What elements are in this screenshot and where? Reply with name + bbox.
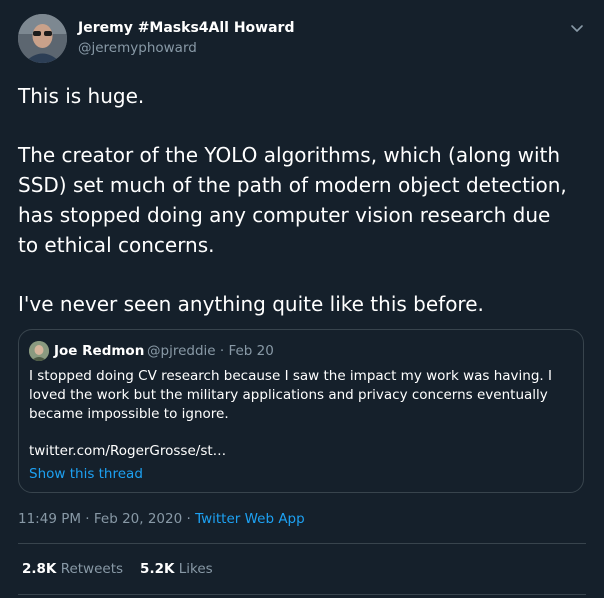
tweet-stats: 2.8K Retweets 5.2K Likes [22,561,230,577]
author-name[interactable]: Jeremy #Masks4All Howard [78,20,294,36]
tweet-text-line: has stopped doing any computer vision re… [18,203,551,227]
quoted-author-meta: @pjreddie · Feb 20 [147,343,274,359]
show-thread-link[interactable]: Show this thread [29,466,143,482]
tweet-text-line: I've never seen anything quite like this… [18,292,484,316]
quoted-tweet[interactable]: Joe Redmon @pjreddie · Feb 20 I stopped … [18,329,584,493]
tweet-source-link[interactable]: Twitter Web App [195,511,305,527]
retweets-stat[interactable]: 2.8K Retweets [22,561,123,577]
retweets-count: 2.8K [22,561,57,577]
quoted-author-name[interactable]: Joe Redmon [54,343,144,359]
divider [18,594,586,595]
avatar[interactable] [18,14,67,63]
quoted-author-handle[interactable]: @pjreddie [147,343,216,359]
likes-count: 5.2K [140,561,175,577]
tweet-time[interactable]: 11:49 PM [18,511,81,527]
likes-label: Likes [178,561,213,577]
quoted-avatar[interactable] [29,341,49,361]
quoted-text-line: loved the work but the military applicat… [29,387,548,403]
tweet-text-line: to ethical concerns. [18,233,215,257]
quoted-text-line: I stopped doing CV research because I sa… [29,368,552,384]
tweet-text-line: The creator of the YOLO algorithms, whic… [18,143,561,167]
retweets-label: Retweets [60,561,124,577]
divider [18,543,586,544]
tweet-date[interactable]: Feb 20, 2020 [94,511,182,527]
quoted-date[interactable]: Feb 20 [228,343,273,359]
chevron-down-icon[interactable] [567,18,587,38]
tweet-card: Jeremy #Masks4All Howard @jeremyphoward … [0,0,604,598]
quoted-link[interactable]: twitter.com/RogerGrosse/st… [29,443,226,459]
tweet-text-line: SSD) set much of the path of modern obje… [18,173,567,197]
author-handle[interactable]: @jeremyphoward [78,40,197,56]
tweet-text-line: This is huge. [18,84,145,108]
likes-stat[interactable]: 5.2K Likes [140,561,213,577]
tweet-meta: 11:49 PM · Feb 20, 2020 · Twitter Web Ap… [18,511,305,527]
quoted-text-line: became impossible to ignore. [29,406,229,422]
